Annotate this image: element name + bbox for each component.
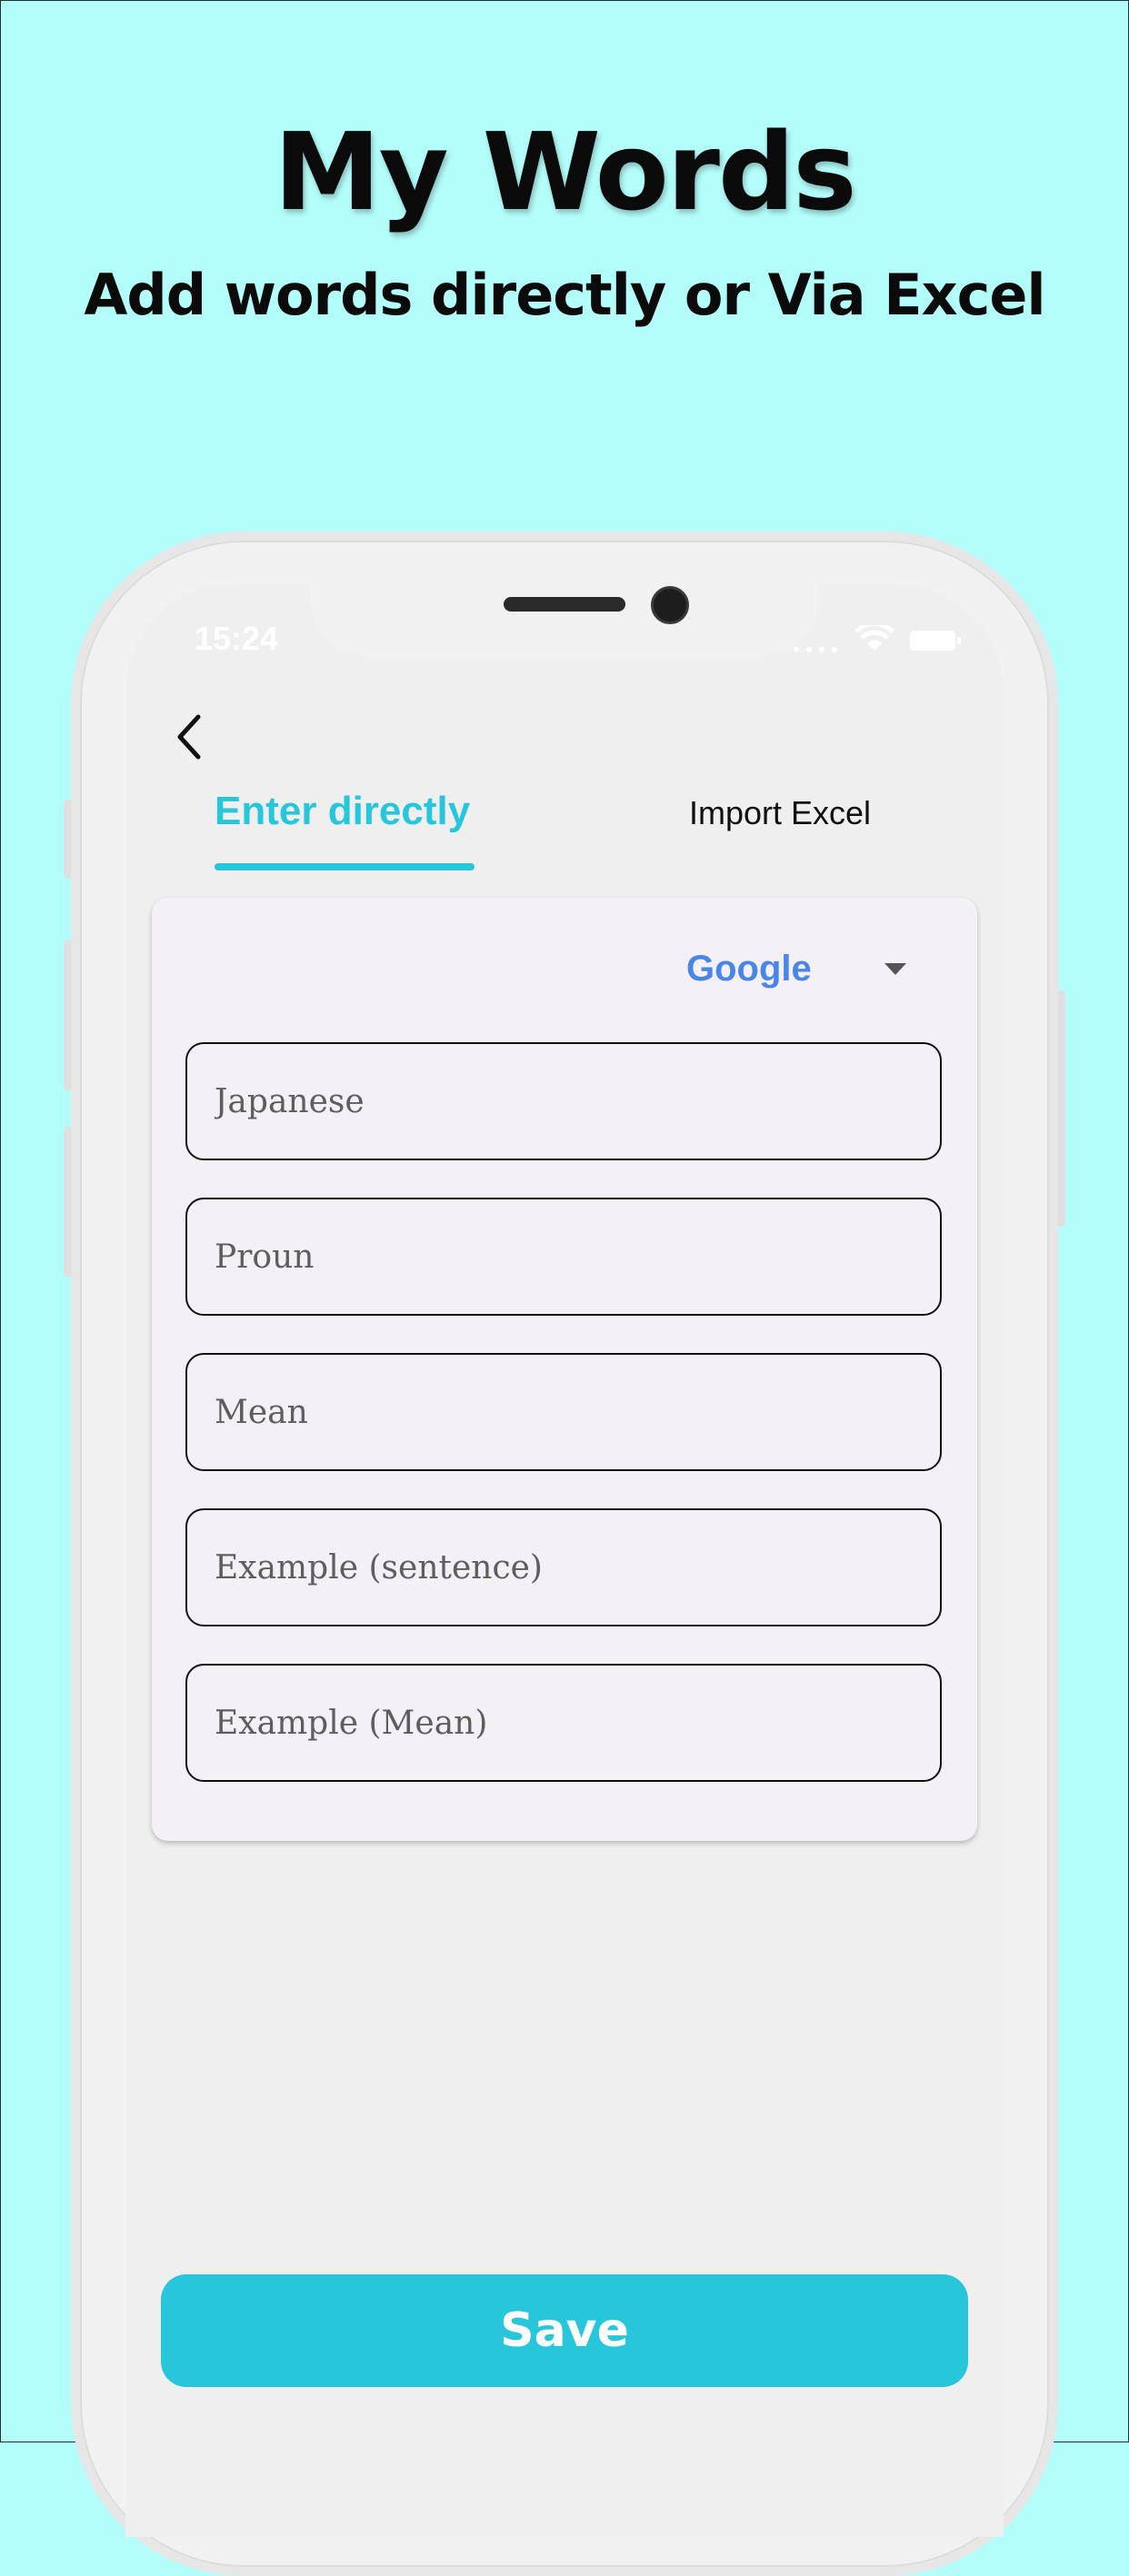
example-sentence-input[interactable]	[185, 1508, 942, 1626]
tab-import-excel[interactable]: Import Excel	[689, 794, 871, 832]
japanese-input[interactable]	[185, 1042, 942, 1160]
proun-input[interactable]	[185, 1198, 942, 1316]
active-tab-indicator	[215, 863, 475, 870]
wifi-icon	[854, 622, 894, 652]
mean-input[interactable]	[185, 1353, 942, 1471]
provider-selected-label: Google	[686, 949, 812, 989]
example-mean-input[interactable]	[185, 1664, 942, 1782]
tab-enter-directly[interactable]: Enter directly	[215, 789, 470, 834]
caret-down-icon	[884, 963, 906, 975]
promo-headline: My Words	[274, 109, 856, 234]
signal-dots-icon	[793, 636, 847, 652]
back-chevron-icon[interactable]	[171, 711, 207, 762]
promo-subline: Add words directly or Via Excel	[84, 262, 1045, 328]
save-button[interactable]: Save	[161, 2274, 968, 2387]
front-camera	[651, 586, 689, 624]
status-time: 15:24	[195, 620, 279, 657]
phone-notch	[311, 582, 818, 656]
provider-dropdown[interactable]: Google	[686, 943, 923, 998]
battery-icon	[909, 630, 962, 651]
speaker-grille	[504, 597, 625, 612]
